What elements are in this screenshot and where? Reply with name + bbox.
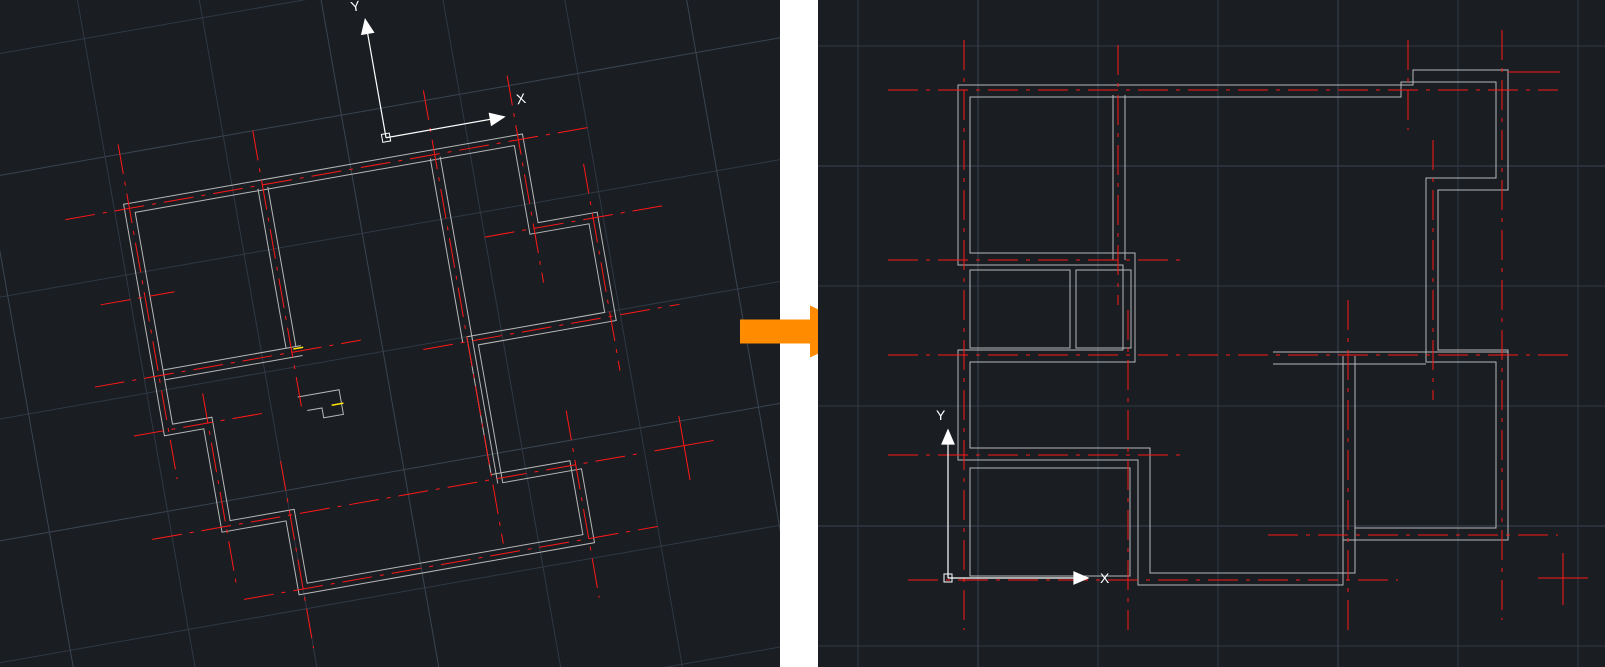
ucs-icon-left: X Y bbox=[349, 0, 529, 146]
grid-left bbox=[0, 0, 780, 667]
ucs-y-label-left: Y bbox=[349, 0, 362, 15]
cad-viewport-before[interactable]: X Y bbox=[0, 0, 780, 667]
floorplan-walls-right bbox=[958, 70, 1508, 585]
drawing-canvas-right[interactable]: X Y bbox=[818, 0, 1605, 667]
ucs-x-label-right: X bbox=[1100, 570, 1110, 586]
yellow-marks-left bbox=[293, 342, 343, 410]
centerlines-left bbox=[54, 51, 737, 667]
ucs-icon-right: X Y bbox=[936, 407, 1110, 586]
comparison-view: X Y bbox=[0, 0, 1605, 667]
ucs-y-label-right: Y bbox=[936, 407, 946, 423]
ucs-x-label-left: X bbox=[515, 90, 528, 107]
divider bbox=[780, 0, 818, 667]
cad-viewport-after[interactable]: X Y bbox=[818, 0, 1605, 667]
grid-right bbox=[818, 0, 1605, 667]
drawing-canvas-left[interactable]: X Y bbox=[0, 0, 780, 667]
